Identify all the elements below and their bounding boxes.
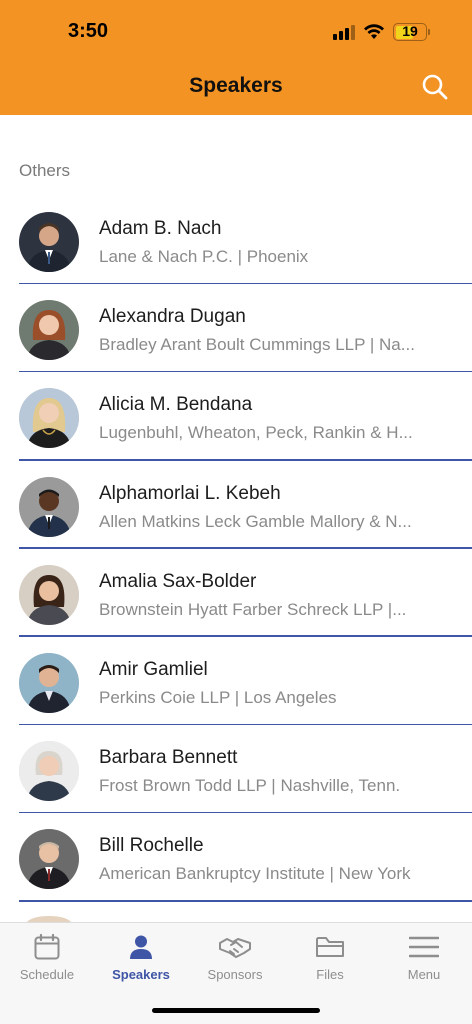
speaker-list: Adam B. Nach Lane & Nach P.C. | Phoenix … bbox=[0, 196, 472, 902]
tab-label: Speakers bbox=[112, 967, 170, 982]
section-header-others: Others bbox=[19, 161, 71, 180]
tab-label: Files bbox=[316, 967, 344, 982]
speaker-row[interactable]: Bill Rochelle American Bankruptcy Instit… bbox=[0, 813, 472, 902]
avatar bbox=[19, 212, 79, 272]
speaker-affiliation: Bradley Arant Boult Cummings LLP | Na... bbox=[99, 335, 415, 355]
speaker-affiliation: Frost Brown Todd LLP | Nashville, Tenn. bbox=[99, 776, 401, 796]
battery-level: 19 bbox=[402, 23, 418, 39]
speaker-name: Bill Rochelle bbox=[99, 835, 204, 857]
person-icon bbox=[130, 935, 152, 959]
speaker-affiliation: Lane & Nach P.C. | Phoenix bbox=[99, 247, 309, 266]
home-indicator[interactable] bbox=[152, 1008, 320, 1013]
avatar bbox=[19, 829, 79, 890]
speaker-name: Amir Gamliel bbox=[99, 658, 208, 680]
speaker-row[interactable]: Alicia M. Bendana Lugenbuhl, Wheaton, Pe… bbox=[0, 372, 472, 461]
search-button[interactable] bbox=[420, 72, 450, 102]
speaker-row[interactable]: Adam B. Nach Lane & Nach P.C. | Phoenix bbox=[0, 196, 472, 285]
speaker-affiliation: Allen Matkins Leck Gamble Mallory & N... bbox=[99, 511, 412, 531]
speaker-name: Barbara Bennett bbox=[99, 747, 238, 769]
avatar bbox=[19, 652, 79, 713]
calendar-icon bbox=[34, 933, 60, 960]
tab-speakers[interactable]: Speakers bbox=[94, 933, 188, 982]
avatar bbox=[19, 300, 79, 361]
avatar bbox=[19, 564, 79, 625]
app-header: 3:50 19 Speakers bbox=[0, 0, 472, 115]
avatar bbox=[19, 741, 79, 802]
speaker-row[interactable]: Amalia Sax-Bolder Brownstein Hyatt Farbe… bbox=[0, 549, 472, 638]
speaker-name: Alicia M. Bendana bbox=[99, 394, 253, 416]
speaker-affiliation: Perkins Coie LLP | Los Angeles bbox=[99, 687, 337, 707]
status-time: 3:50 bbox=[68, 20, 109, 42]
speaker-row[interactable]: Barbara Bennett Frost Brown Todd LLP | N… bbox=[0, 725, 472, 814]
page-title: Speakers bbox=[189, 74, 283, 97]
avatar bbox=[19, 476, 79, 537]
avatar bbox=[19, 388, 79, 449]
tab-label: Menu bbox=[407, 967, 441, 982]
speaker-affiliation: American Bankruptcy Institute | New York bbox=[99, 864, 411, 884]
speaker-affiliation: Brownstein Hyatt Farber Schreck LLP |... bbox=[99, 599, 407, 619]
speaker-name: Alexandra Dugan bbox=[99, 306, 246, 328]
speaker-row[interactable]: Alexandra Dugan Bradley Arant Boult Cumm… bbox=[0, 284, 472, 373]
battery-icon: 19 bbox=[393, 23, 427, 41]
hamburger-icon bbox=[409, 936, 439, 958]
tab-label: Sponsors bbox=[207, 967, 263, 982]
speaker-name: Adam B. Nach bbox=[99, 218, 222, 239]
speaker-name: Amalia Sax-Bolder bbox=[99, 570, 257, 592]
wifi-icon bbox=[364, 24, 384, 39]
cellular-signal-icon bbox=[333, 24, 355, 40]
speaker-affiliation: Lugenbuhl, Wheaton, Peck, Rankin & H... bbox=[99, 423, 413, 443]
search-icon bbox=[422, 74, 448, 100]
tab-menu[interactable]: Menu bbox=[377, 933, 471, 982]
speaker-row[interactable]: Amir Gamliel Perkins Coie LLP | Los Ange… bbox=[0, 637, 472, 726]
tab-sponsors[interactable]: Sponsors bbox=[188, 933, 282, 982]
tab-schedule[interactable]: Schedule bbox=[0, 933, 94, 982]
tab-files[interactable]: Files bbox=[283, 933, 377, 982]
handshake-icon bbox=[219, 938, 251, 958]
folder-icon bbox=[316, 937, 344, 957]
speaker-name: Alphamorlai L. Kebeh bbox=[99, 482, 281, 504]
avatar bbox=[19, 902, 79, 922]
status-icons: 19 bbox=[333, 22, 430, 42]
tab-label: Schedule bbox=[19, 967, 75, 982]
speaker-row[interactable]: Alphamorlai L. Kebeh Allen Matkins Leck … bbox=[0, 461, 472, 549]
